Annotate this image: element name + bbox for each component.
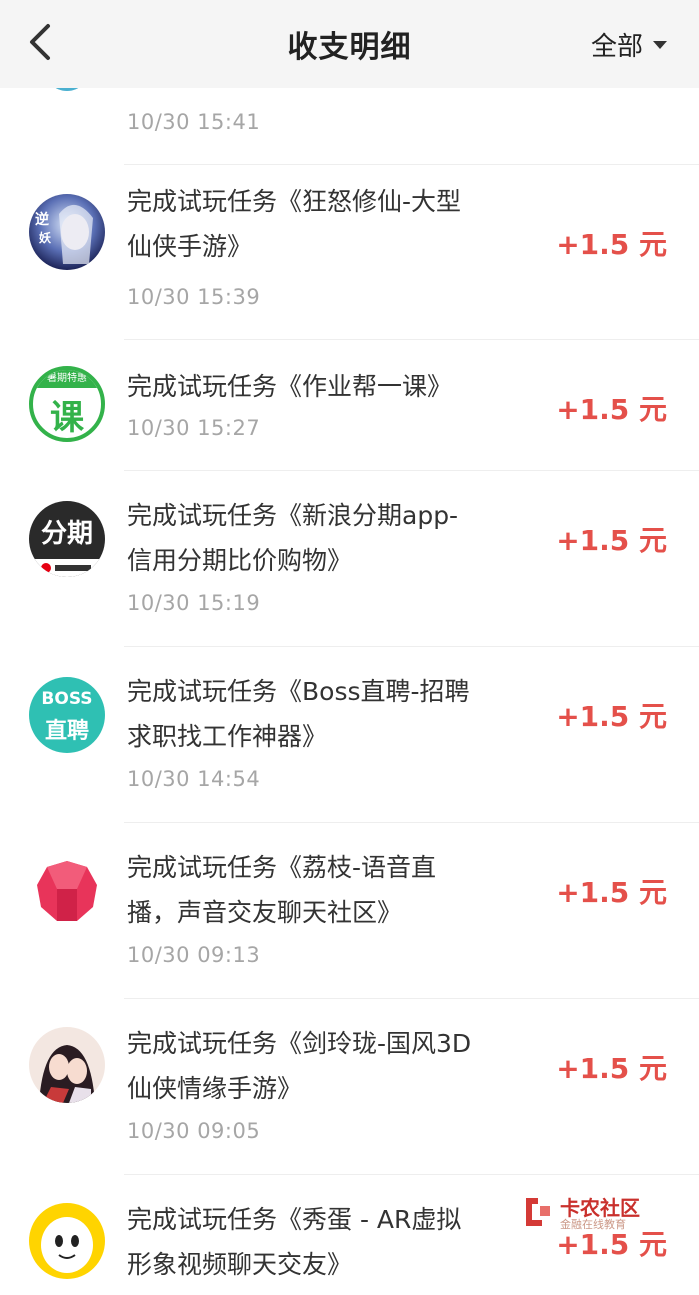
list-item[interactable]: 暑期特惠 课 完成试玩任务《作业帮一课》 10/30 15:27 +1.5 元: [29, 339, 699, 470]
record-date: 10/30 09:05: [127, 1119, 261, 1143]
boss-zhipin-icon: BOSS 直聘: [29, 677, 105, 753]
course-app-icon: 暑期特惠 课: [29, 366, 105, 442]
record-title: 完成试玩任务《Boss直聘-招聘 求职找工作神器》: [127, 669, 527, 759]
record-date: 10/30 15:39: [127, 285, 261, 309]
icon-main-text: 课: [50, 398, 84, 438]
wuxia-game-icon: [29, 1027, 105, 1103]
sina-installment-icon: 分期: [29, 501, 105, 577]
list-item[interactable]: 分期 完成试玩任务《新浪分期app- 信用分期比价购物》 10/30 15:19…: [29, 470, 699, 646]
record-date: 10/30 14:54: [127, 767, 261, 791]
kanong-logo-icon: [526, 1198, 550, 1226]
fantasy-game-icon: 逆 妖: [29, 194, 105, 270]
record-title-line2: 播，声音交友聊天社区》: [127, 898, 403, 927]
record-date: 10/30 09:13: [127, 943, 261, 967]
record-title-line1: 完成试玩任务《荔枝-语音直: [127, 853, 437, 882]
top-navigation-bar: 收支明细 全部: [0, 0, 699, 88]
record-date: 10/30 15:19: [127, 591, 261, 615]
icon-main-text: 分期: [40, 519, 93, 549]
record-title: 完成试玩任务《作业帮一课》: [127, 364, 527, 409]
record-title-line2: 信用分期比价购物》: [127, 546, 353, 575]
filter-dropdown[interactable]: 全部: [591, 26, 667, 63]
record-title: 完成试玩任务《秀蛋 - AR虚拟 形象视频聊天交友》: [127, 1197, 527, 1287]
caret-down-icon: [653, 40, 667, 49]
svg-text:逆: 逆: [35, 211, 49, 228]
record-title-line2: 形象视频聊天交友》: [127, 1250, 353, 1279]
icon-footer-bar: [55, 565, 91, 571]
record-amount: +1.5 元: [556, 1052, 667, 1085]
site-watermark: 卡农社区 金融在线教育: [520, 1192, 650, 1236]
transaction-list: 10/30 15:41 逆 妖 完成试玩任务《狂怒修仙-大型 仙侠手游》 10/…: [0, 88, 699, 1295]
record-title: 完成试玩任务《剑玲珑-国风3D 仙侠情缘手游》: [127, 1021, 527, 1111]
list-item[interactable]: BOSS 直聘 完成试玩任务《Boss直聘-招聘 求职找工作神器》 10/30 …: [29, 646, 699, 822]
record-date: 10/30 15:27: [127, 416, 261, 440]
record-date: 10/30 15:41: [127, 110, 261, 134]
record-amount: +1.5 元: [556, 700, 667, 733]
record-title: 完成试玩任务《新浪分期app- 信用分期比价购物》: [127, 493, 527, 583]
list-item[interactable]: 逆 妖 完成试玩任务《狂怒修仙-大型 仙侠手游》 10/30 15:39 +1.…: [29, 164, 699, 339]
record-title-line2: 求职找工作神器》: [127, 722, 328, 751]
record-title-line2: 仙侠情缘手游》: [127, 1074, 303, 1103]
list-item[interactable]: 完成试玩任务《荔枝-语音直 播，声音交友聊天社区》 10/30 09:13 +1…: [37, 822, 699, 998]
xiudan-egg-icon: [29, 1203, 105, 1279]
icon-text-bottom: 直聘: [44, 719, 89, 744]
icon-footer-mark: [41, 563, 51, 573]
watermark-tagline: 金融在线教育: [560, 1218, 626, 1231]
record-amount: +1.5 元: [556, 876, 667, 909]
record-amount: +1.5 元: [556, 393, 667, 426]
list-item-partial[interactable]: 10/30 15:41: [0, 88, 699, 164]
record-amount: +1.5 元: [556, 228, 667, 261]
record-title-line2: 仙侠手游》: [127, 232, 253, 261]
record-title-line1: 完成试玩任务《剑玲珑-国风3D: [127, 1029, 472, 1058]
record-title: 完成试玩任务《狂怒修仙-大型 仙侠手游》: [127, 179, 527, 269]
record-amount: +1.5 元: [556, 524, 667, 557]
icon-text-top: BOSS: [41, 689, 93, 709]
record-title-line1: 完成试玩任务《作业帮一课》: [127, 372, 453, 401]
icon-badge-text: 暑期特惠: [33, 370, 101, 388]
record-title-line1: 完成试玩任务《秀蛋 - AR虚拟: [127, 1205, 462, 1234]
record-title-line1: 完成试玩任务《Boss直聘-招聘: [127, 677, 470, 706]
list-item[interactable]: 完成试玩任务《剑玲珑-国风3D 仙侠情缘手游》 10/30 09:05 +1.5…: [29, 998, 699, 1174]
record-title-line1: 完成试玩任务《新浪分期app-: [127, 501, 459, 530]
svg-text:妖: 妖: [39, 230, 52, 245]
lychee-app-icon: [29, 853, 105, 929]
record-title-line1: 完成试玩任务《狂怒修仙-大型: [127, 187, 462, 216]
record-title: 完成试玩任务《荔枝-语音直 播，声音交友聊天社区》: [127, 845, 527, 935]
filter-label: 全部: [590, 32, 643, 62]
